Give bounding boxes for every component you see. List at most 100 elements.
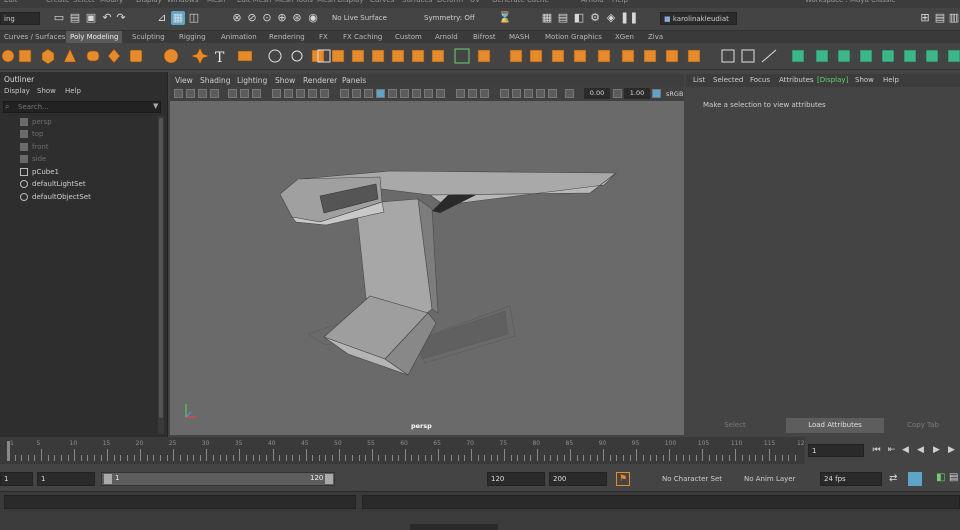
go-to-start-icon[interactable]: ⏮	[871, 445, 882, 456]
open-scene-icon[interactable]: ▤	[68, 11, 82, 25]
outliner-search-input[interactable]: Search...	[3, 101, 161, 113]
step-forward-frame-icon[interactable]: ▶	[946, 445, 957, 456]
fps-dropdown[interactable]: 24 fps	[820, 472, 882, 486]
menu-item[interactable]: Mesh Display	[317, 0, 363, 4]
attribute-editor-toggle-icon[interactable]: ▤	[933, 11, 947, 25]
motion-blur-icon[interactable]	[424, 89, 433, 98]
shelf-tab-rendering[interactable]: Rendering	[265, 31, 309, 43]
gamma-icon[interactable]	[500, 89, 509, 98]
ae-menu-attributes[interactable]: Attributes	[779, 76, 814, 84]
smooth-shade-icon[interactable]	[340, 89, 349, 98]
ae-menu-list[interactable]: List	[693, 76, 705, 84]
snap-live-icon[interactable]: ◉	[306, 11, 320, 25]
anti-aliasing-icon[interactable]	[436, 89, 445, 98]
wireframe-on-shaded-icon[interactable]	[352, 89, 361, 98]
current-time-marker[interactable]	[7, 441, 10, 461]
bookmarks-icon[interactable]	[198, 89, 207, 98]
shelf-tab-fx[interactable]: FX	[315, 31, 332, 43]
gate-mask-icon[interactable]	[272, 89, 281, 98]
preferences-icon[interactable]	[908, 472, 922, 486]
playback-start-field[interactable]: 1	[37, 472, 95, 486]
display-options-icon[interactable]	[548, 89, 557, 98]
shelf-tab-mash[interactable]: MASH	[505, 31, 534, 43]
menu-item[interactable]: Arnold	[581, 0, 604, 4]
select-object-icon[interactable]: ▦	[171, 11, 185, 25]
gamma-dial-icon[interactable]	[613, 89, 622, 98]
range-start-handle[interactable]	[104, 474, 112, 484]
hypershade-icon[interactable]: ◈	[604, 11, 618, 25]
resolution-gate-icon[interactable]	[252, 89, 261, 98]
mel-command-input[interactable]	[4, 495, 356, 509]
render-settings-icon[interactable]: ⚙	[588, 11, 602, 25]
save-scene-icon[interactable]: ▣	[84, 11, 98, 25]
camera-attributes-icon[interactable]	[186, 89, 195, 98]
workspace-dropdown[interactable]: Maya Classic*	[850, 0, 899, 4]
menu-item[interactable]: Edit	[4, 0, 18, 4]
playback-end-field[interactable]: 120	[487, 472, 545, 486]
menu-item[interactable]: Cache	[527, 0, 549, 4]
pause-icon[interactable]: ❚❚	[620, 11, 638, 25]
shelf-tab-rigging[interactable]: Rigging	[175, 31, 210, 43]
textured-icon[interactable]	[376, 89, 385, 98]
select-button[interactable]: Select	[686, 418, 784, 433]
shelf-tab-fx-caching[interactable]: FX Caching	[339, 31, 386, 43]
play-backwards-icon[interactable]: ◀	[915, 445, 926, 456]
use-lights-icon[interactable]	[388, 89, 397, 98]
render-frame-icon[interactable]: ▦	[540, 11, 554, 25]
exposure-field[interactable]: 0.00	[584, 88, 610, 99]
load-attributes-button[interactable]: Load Attributes	[786, 418, 884, 433]
select-component-icon[interactable]: ◫	[187, 11, 201, 25]
character-set-label[interactable]: No Character Set	[662, 475, 722, 483]
isolate-select-icon[interactable]	[456, 89, 465, 98]
outliner-item-top[interactable]: top	[20, 128, 43, 140]
color-management-toggle-icon[interactable]	[652, 89, 661, 98]
script-editor-icon[interactable]: ▤	[949, 472, 958, 483]
menu-item[interactable]: Mesh	[207, 0, 225, 4]
loop-icon[interactable]: ⇄	[889, 473, 897, 484]
play-forwards-icon[interactable]: ▶	[931, 445, 942, 456]
outliner-item-front[interactable]: front	[20, 141, 49, 153]
menu-item[interactable]: Deform	[437, 0, 463, 4]
outliner-item-persp[interactable]: persp	[20, 116, 52, 128]
search-dropdown-icon[interactable]: ▼	[153, 102, 158, 110]
menu-item[interactable]: Mesh Tools	[275, 0, 313, 4]
shelf-tab-bifrost[interactable]: Bifrost	[469, 31, 500, 43]
menu-item[interactable]: Modify	[100, 0, 123, 4]
outliner-item-defaultlightset[interactable]: defaultLightSet	[20, 178, 86, 190]
range-end-handle[interactable]	[325, 474, 333, 484]
snap-curve-icon[interactable]: ⊘	[245, 11, 259, 25]
viewport-menu-show[interactable]: Show	[275, 76, 295, 85]
film-gate-icon[interactable]	[240, 89, 249, 98]
ae-menu-focus[interactable]: Focus	[750, 76, 770, 84]
scrollbar-thumb[interactable]	[159, 118, 163, 418]
ae-menu-help[interactable]: Help	[883, 76, 899, 84]
new-scene-icon[interactable]: ▭	[52, 11, 66, 25]
viewport-menu-shading[interactable]: Shading	[200, 76, 230, 85]
wireframe-icon[interactable]	[320, 89, 329, 98]
current-frame-field[interactable]: 1	[808, 444, 864, 457]
audio-icon[interactable]: ◧	[936, 472, 945, 483]
select-camera-icon[interactable]	[174, 89, 183, 98]
shelf-tab-arnold[interactable]: Arnold	[431, 31, 462, 43]
menu-item[interactable]: Surfaces	[402, 0, 432, 4]
select-hierarchy-icon[interactable]: ⊿	[155, 11, 169, 25]
viewport-menu-view[interactable]: View	[175, 76, 193, 85]
menu-item[interactable]: Curves	[370, 0, 394, 4]
xray-active-icon[interactable]	[480, 89, 489, 98]
modeling-toolkit-icon[interactable]: ⊞	[918, 11, 932, 25]
grid-icon[interactable]	[228, 89, 237, 98]
ae-menu-display[interactable]: [Display]	[817, 76, 848, 84]
shelf-tab-motion-graphics[interactable]: Motion Graphics	[541, 31, 606, 43]
snap-surface-icon[interactable]: ⊛	[290, 11, 304, 25]
viewport-menu-panels[interactable]: Panels	[342, 76, 366, 85]
range-slider-track[interactable]: 1 120	[101, 472, 335, 486]
exposure-icon[interactable]	[512, 89, 521, 98]
shadows-icon[interactable]	[400, 89, 409, 98]
history-icon[interactable]: ⌛	[498, 11, 512, 25]
outliner-menu-display[interactable]: Display	[4, 87, 30, 95]
user-account-dropdown[interactable]: ■ karolinakleudiat	[660, 12, 737, 25]
outliner-menu-help[interactable]: Help	[65, 87, 81, 95]
time-slider[interactable]: 1 5 10 15 20 25 30 35 40 45 50 55 60 65 70 75 80 85 90 95 10…	[0, 437, 805, 464]
outliner-item-side[interactable]: side	[20, 153, 46, 165]
ae-menu-selected[interactable]: Selected	[713, 76, 743, 84]
